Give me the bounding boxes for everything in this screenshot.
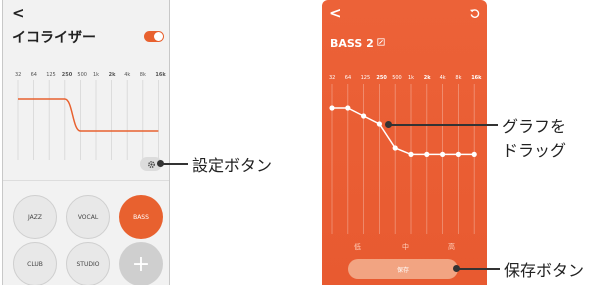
freq-label: 4k xyxy=(439,75,446,81)
freq-label: 8k xyxy=(455,75,462,81)
edit-icon[interactable] xyxy=(377,38,385,46)
save-button-label: 保存 xyxy=(396,266,409,274)
eq-point-handle[interactable] xyxy=(345,105,351,111)
level-label: 中 xyxy=(402,243,409,251)
freq-label: 500 xyxy=(392,75,402,81)
save-button[interactable]: 保存 xyxy=(348,259,458,279)
settings-callout-line xyxy=(160,163,188,165)
preset-label: JAZZ xyxy=(28,213,42,221)
preset-title: BASS 2 xyxy=(330,37,374,50)
save-callout-dot xyxy=(453,265,460,272)
preset-button-studio[interactable]: STUDIO xyxy=(66,242,110,285)
save-callout-line xyxy=(456,268,500,270)
freq-label: 2k xyxy=(423,75,431,81)
preset-button-vocal[interactable]: VOCAL xyxy=(66,195,110,239)
preset-label: + xyxy=(131,251,151,277)
divider xyxy=(3,180,169,181)
freq-label: 1k xyxy=(408,75,415,81)
eq-point-handle[interactable] xyxy=(361,113,367,119)
toggle-knob xyxy=(154,32,163,41)
freq-label: 500 xyxy=(77,72,87,78)
eq-point-handle[interactable] xyxy=(471,151,477,157)
freq-label: 8k xyxy=(139,72,146,78)
freq-label: 2k xyxy=(108,72,116,78)
eq-point-handle[interactable] xyxy=(455,151,461,157)
freq-label: 16k xyxy=(471,75,482,81)
preset-label: CLUB xyxy=(27,260,43,268)
freq-label: 125 xyxy=(360,75,371,81)
page-title: イコライザー xyxy=(12,30,96,46)
save-callout-label: 保存ボタン xyxy=(504,261,585,280)
freq-label: 250 xyxy=(376,75,387,81)
preset-button-add[interactable]: + xyxy=(119,242,163,285)
eq-graph[interactable] xyxy=(322,84,487,244)
freq-label: 16k xyxy=(155,72,166,78)
drag-callout-dot xyxy=(385,121,392,128)
freq-label: 32 xyxy=(15,72,22,78)
freq-label: 64 xyxy=(344,75,352,81)
gear-icon xyxy=(147,160,155,168)
level-label: 低 xyxy=(354,243,361,251)
freq-label: 125 xyxy=(46,72,56,78)
preset-button-club[interactable]: CLUB xyxy=(13,242,57,285)
eq-point-handle[interactable] xyxy=(408,151,414,157)
preset-label: STUDIO xyxy=(76,260,100,268)
eq-point-handle[interactable] xyxy=(424,151,430,157)
freq-label: 32 xyxy=(329,75,336,81)
reset-icon[interactable] xyxy=(469,8,480,19)
drag-callout-line xyxy=(388,124,498,126)
freq-label: 250 xyxy=(61,72,73,78)
eq-point-handle[interactable] xyxy=(440,151,446,157)
preset-edit-screen: < BASS 2 32 64 125 250 500 1k 2k 4k 8k 16k 低 中 高 保存 xyxy=(322,0,487,285)
preset-label: VOCAL xyxy=(77,213,99,221)
preset-button-jazz[interactable]: JAZZ xyxy=(13,195,57,239)
eq-point-handle[interactable] xyxy=(392,145,398,151)
settings-callout-label: 設定ボタン xyxy=(192,156,273,175)
equalizer-screen: < イコライザー 32 64 125 250 500 1k 2k 4k 8k 16k JAZZ VO… xyxy=(2,0,170,285)
drag-callout-label-2: ドラッグ xyxy=(502,141,567,160)
freq-label: 1k xyxy=(93,72,100,78)
eq-curve[interactable] xyxy=(332,107,475,156)
back-icon[interactable]: < xyxy=(329,6,342,21)
freq-label: 64 xyxy=(30,72,37,78)
eq-point-handle[interactable] xyxy=(376,121,382,127)
preset-label: BASS xyxy=(133,213,149,221)
preset-button-bass[interactable]: BASS xyxy=(119,195,163,239)
equalizer-toggle[interactable] xyxy=(144,31,164,42)
eq-curve[interactable] xyxy=(17,98,159,132)
level-label: 高 xyxy=(448,243,455,251)
drag-callout-label-1: グラフを xyxy=(502,117,567,136)
settings-callout-dot xyxy=(157,160,164,167)
freq-label: 4k xyxy=(124,72,131,78)
eq-point-handle[interactable] xyxy=(329,105,335,111)
back-icon[interactable]: < xyxy=(12,6,25,21)
